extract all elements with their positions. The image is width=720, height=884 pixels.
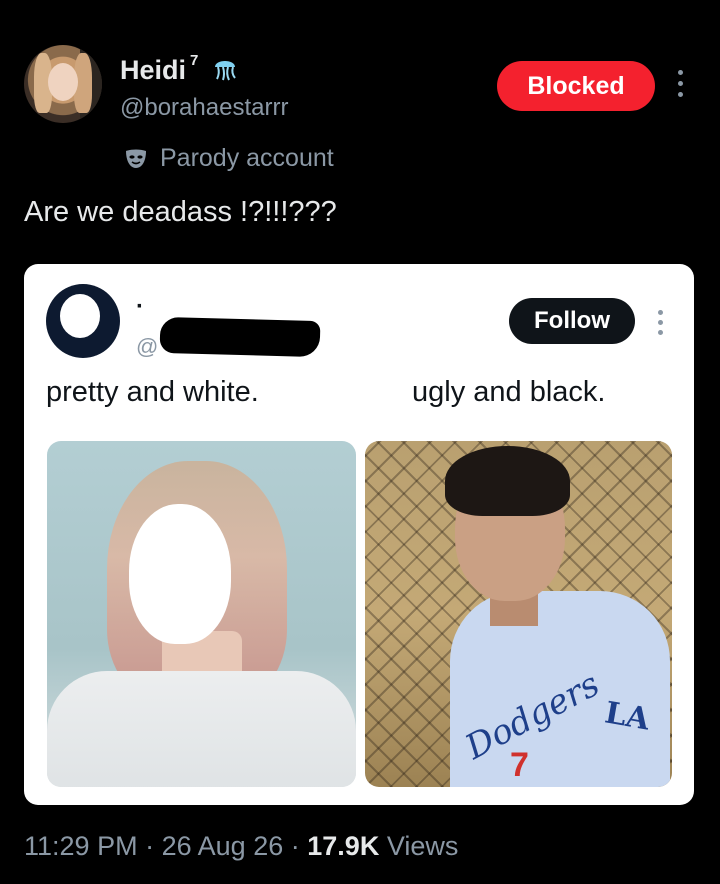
jersey-number: 7	[510, 746, 529, 784]
photo-right-hair	[445, 446, 570, 516]
parody-label-text: Parody account	[160, 144, 334, 172]
meta-separator-2: ·	[290, 831, 300, 861]
views-label: Views	[386, 831, 459, 861]
quoted-more-dots-icon[interactable]	[656, 310, 664, 338]
photo-left-face-erased	[129, 504, 231, 644]
author-avatar[interactable]	[24, 45, 102, 123]
parody-label: Parody account	[124, 144, 334, 173]
post-meta: 11:29 PM · 26 Aug 26 · 17.9K Views	[24, 831, 458, 862]
quoted-display-name[interactable]: ·	[136, 295, 144, 319]
jellyfish-icon	[210, 53, 240, 90]
blocked-button[interactable]: Blocked	[497, 61, 655, 111]
tweet-text: Are we deadass !?!!!???	[24, 196, 337, 228]
photo-left[interactable]	[47, 441, 356, 787]
redaction-scribble	[159, 316, 321, 358]
post-date[interactable]: 26 Aug 26	[162, 831, 284, 861]
views-count[interactable]: 17.9K	[307, 831, 379, 861]
caption-left: pretty and white.	[46, 376, 259, 408]
caption-right: ugly and black.	[412, 376, 606, 408]
quoted-handle[interactable]: @	[136, 334, 158, 360]
photo-right[interactable]: Dodgers LA 7	[365, 441, 672, 787]
quoted-post-card[interactable]: · @ Follow pretty and white. ugly and bl…	[24, 264, 694, 805]
author-name-superscript: 7	[190, 52, 199, 69]
photo-left-shirt	[47, 671, 356, 787]
mask-icon	[126, 149, 146, 168]
follow-button[interactable]: Follow	[509, 298, 635, 344]
more-dots-icon[interactable]	[673, 70, 687, 104]
jersey-logo: LA	[602, 695, 653, 738]
author-name-row[interactable]: Heidi 7	[120, 52, 240, 90]
meta-separator: ·	[145, 831, 155, 861]
author-name[interactable]: Heidi	[120, 55, 186, 85]
author-handle[interactable]: @borahaestarrr	[120, 94, 288, 122]
quoted-avatar-shape	[60, 294, 100, 338]
avatar-face	[48, 63, 78, 101]
quoted-avatar[interactable]	[46, 284, 120, 358]
post-time[interactable]: 11:29 PM	[24, 831, 138, 861]
